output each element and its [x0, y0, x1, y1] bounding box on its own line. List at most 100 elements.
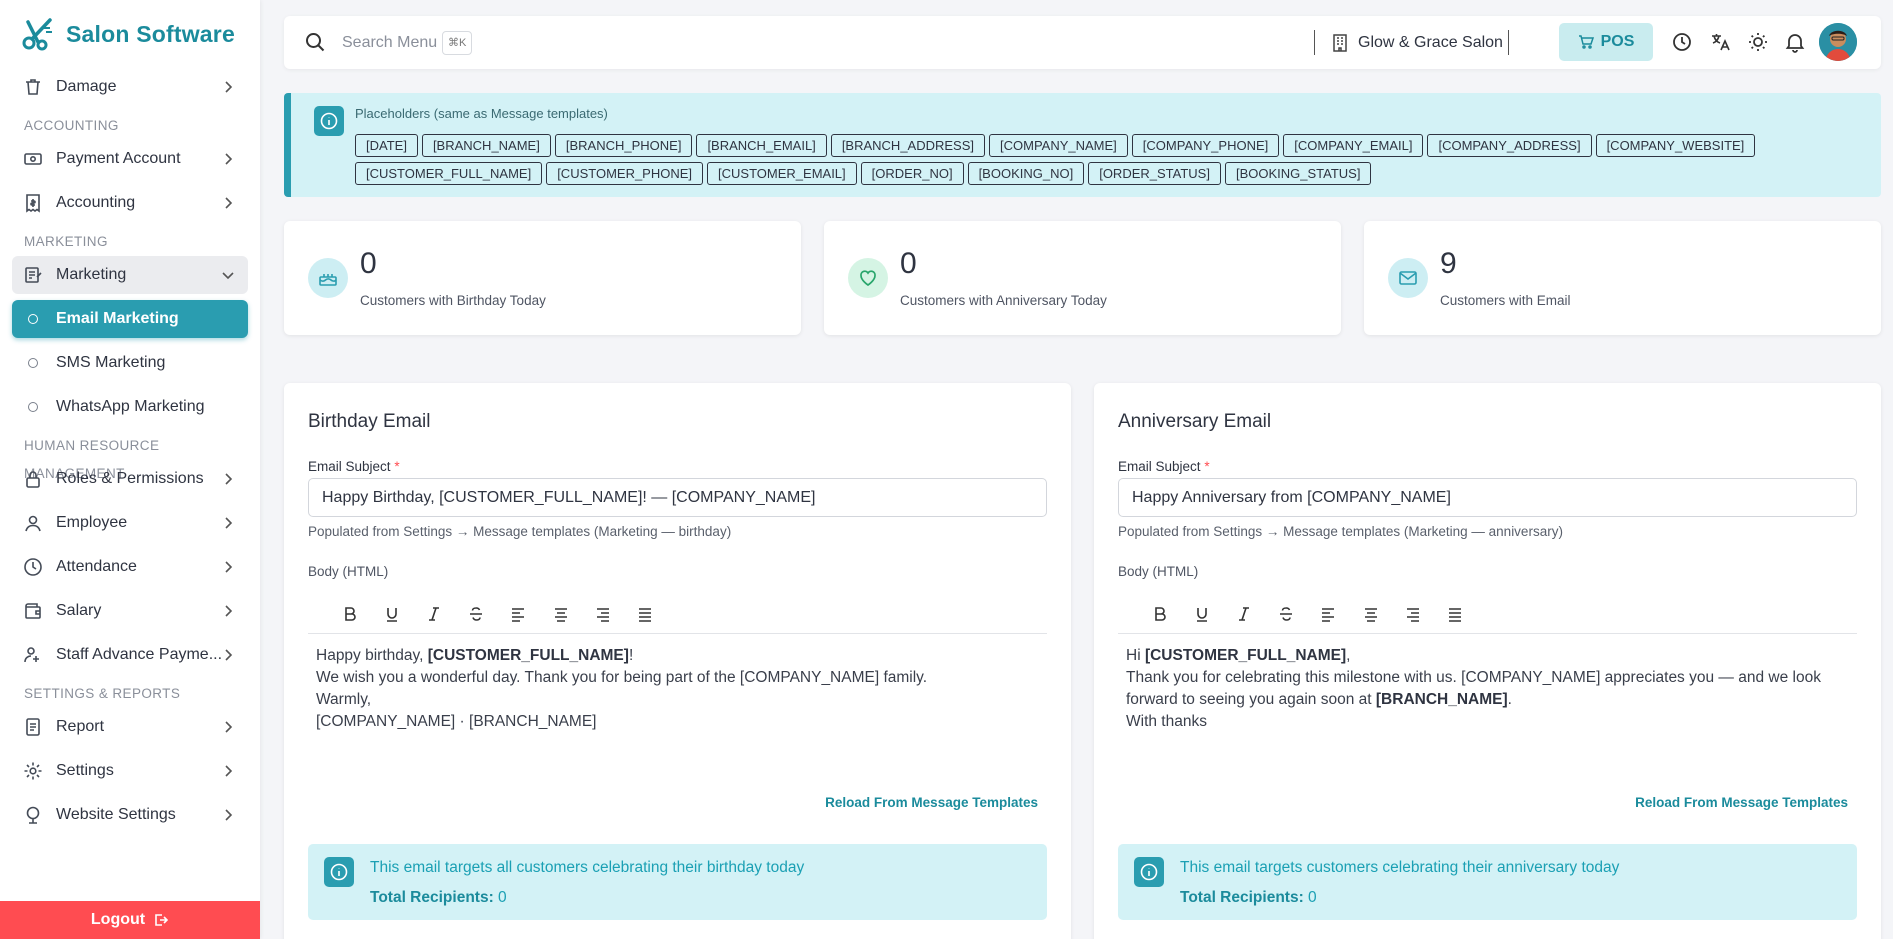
reload-templates-button[interactable]: Reload From Message Templates — [825, 795, 1038, 810]
placeholder-chip[interactable]: [CUSTOMER_PHONE] — [546, 162, 704, 185]
underline-icon[interactable] — [380, 602, 404, 626]
panel-title: Anniversary Email — [1118, 411, 1272, 432]
cake-icon — [308, 258, 348, 298]
search-input[interactable] — [342, 30, 642, 56]
placeholders-banner: Placeholders (same as Message templates)… — [284, 93, 1881, 197]
placeholder-chip[interactable]: [BRANCH_PHONE] — [554, 134, 693, 157]
stat-label: Customers with Birthday Today — [360, 293, 546, 308]
placeholder-chip[interactable]: [ORDER_NO] — [860, 162, 964, 185]
align-justify-icon[interactable] — [633, 602, 657, 626]
sidebar-item-accounting[interactable]: Accounting — [12, 184, 248, 222]
birthday-subject-input[interactable] — [308, 478, 1047, 517]
strikethrough-icon[interactable] — [464, 602, 488, 626]
reload-templates-button[interactable]: Reload From Message Templates — [1635, 795, 1848, 810]
placeholder-chip[interactable]: [ORDER_STATUS] — [1088, 162, 1221, 185]
report-icon — [22, 716, 44, 738]
app-logo[interactable]: Salon Software — [0, 0, 260, 68]
panel-title: Birthday Email — [308, 411, 431, 432]
align-center-icon[interactable] — [549, 602, 573, 626]
sidebar-item-roles-permissions[interactable]: Roles & Permissions — [12, 460, 248, 498]
sidebar-item-whatsapp-marketing[interactable]: WhatsApp Marketing — [12, 388, 248, 426]
stat-value: 0 — [900, 247, 917, 280]
chevron-right-icon — [220, 603, 236, 619]
placeholder-chip[interactable]: [BOOKING_NO] — [967, 162, 1085, 185]
sidebar-item-report[interactable]: Report — [12, 708, 248, 746]
placeholder-chip[interactable]: [COMPANY_EMAIL] — [1283, 134, 1424, 157]
receipt-icon — [22, 192, 44, 214]
sidebar-item-marketing[interactable]: Marketing — [12, 256, 248, 294]
recipients-alert: This email targets customers celebrating… — [1118, 844, 1857, 920]
sidebar-item-email-marketing[interactable]: Email Marketing — [12, 300, 248, 338]
placeholder-chip[interactable]: [CUSTOMER_EMAIL] — [707, 162, 857, 185]
align-right-icon[interactable] — [591, 602, 615, 626]
bold-icon[interactable] — [338, 602, 362, 626]
sidebar-item-label: Accounting — [56, 194, 136, 211]
align-left-icon[interactable] — [1316, 602, 1340, 626]
bell-icon[interactable] — [1784, 31, 1806, 53]
placeholder-chip[interactable]: [BOOKING_STATUS] — [1224, 162, 1372, 185]
pos-button[interactable]: POS — [1559, 23, 1653, 61]
birthday-email-panel: Birthday Email Email Subject * Populated… — [284, 383, 1071, 939]
sidebar-item-label: Staff Advance Payme... — [56, 646, 223, 663]
placeholder-chip[interactable]: [COMPANY_NAME] — [989, 134, 1128, 157]
logout-label: Logout — [90, 911, 146, 928]
italic-icon[interactable] — [422, 602, 446, 626]
scissors-logo-icon — [22, 18, 52, 51]
translate-icon[interactable] — [1709, 31, 1731, 53]
bullet-icon — [28, 358, 38, 368]
sidebar-item-damage[interactable]: Damage — [12, 68, 248, 106]
sidebar-item-salary[interactable]: Salary — [12, 592, 248, 630]
sidebar-item-payment-account[interactable]: Payment Account — [12, 140, 248, 178]
placeholder-chip[interactable]: [CUSTOMER_FULL_NAME] — [355, 162, 543, 185]
divider — [1508, 30, 1509, 55]
placeholder-chip[interactable]: [COMPANY_PHONE] — [1131, 134, 1280, 157]
lock-icon — [22, 468, 44, 490]
align-left-icon[interactable] — [506, 602, 530, 626]
avatar[interactable] — [1819, 23, 1857, 61]
theme-sun-icon[interactable] — [1747, 31, 1769, 53]
placeholder-chip[interactable]: [BRANCH_ADDRESS] — [830, 134, 986, 157]
logout-icon — [155, 914, 169, 926]
history-icon[interactable] — [1671, 31, 1693, 53]
align-justify-icon[interactable] — [1443, 602, 1467, 626]
user-icon — [22, 512, 44, 534]
sidebar-item-employee[interactable]: Employee — [12, 504, 248, 542]
birthday-body-editor[interactable]: Happy birthday, [CUSTOMER_FULL_NAME]! We… — [308, 645, 1047, 755]
sidebar-item-label: Salary — [56, 602, 102, 619]
sidebar-item-label: Roles & Permissions — [56, 470, 204, 487]
italic-icon[interactable] — [1232, 602, 1256, 626]
sidebar-item-staff-advance-payment[interactable]: Staff Advance Payme... — [12, 636, 248, 674]
sidebar-item-website-settings[interactable]: Website Settings — [12, 796, 248, 834]
placeholder-chip[interactable]: [BRANCH_EMAIL] — [696, 134, 827, 157]
sidebar-item-label: Attendance — [56, 558, 137, 575]
align-center-icon[interactable] — [1359, 602, 1383, 626]
underline-icon[interactable] — [1190, 602, 1214, 626]
chevron-right-icon — [220, 79, 236, 95]
strikethrough-icon[interactable] — [1274, 602, 1298, 626]
stat-value: 9 — [1440, 247, 1457, 280]
total-recipients: Total Recipients: 0 — [370, 889, 507, 906]
sidebar-item-settings[interactable]: Settings — [12, 752, 248, 790]
anniversary-email-panel: Anniversary Email Email Subject * Popula… — [1094, 383, 1881, 939]
placeholder-chip[interactable]: [DATE] — [355, 134, 418, 157]
sidebar-item-attendance[interactable]: Attendance — [12, 548, 248, 586]
pos-label: POS — [1600, 33, 1635, 50]
sidebar-item-sms-marketing[interactable]: SMS Marketing — [12, 344, 248, 382]
branch-selector[interactable]: Glow & Grace Salon — [1330, 30, 1503, 56]
body-label: Body (HTML) — [308, 564, 389, 579]
stat-value: 0 — [360, 247, 377, 280]
logout-button[interactable]: Logout — [0, 901, 260, 939]
globe-icon — [22, 804, 44, 826]
placeholder-chip[interactable]: [BRANCH_NAME] — [421, 134, 551, 157]
gear-icon — [22, 760, 44, 782]
placeholder-chip[interactable]: [COMPANY_ADDRESS] — [1427, 134, 1592, 157]
anniversary-body-editor[interactable]: Hi [CUSTOMER_FULL_NAME], Thank you for c… — [1118, 645, 1857, 755]
banner-title: Placeholders (same as Message templates) — [355, 106, 608, 121]
search-icon[interactable] — [304, 31, 326, 53]
heart-icon — [848, 258, 888, 298]
anniversary-subject-input[interactable] — [1118, 478, 1857, 517]
placeholder-chip[interactable]: [COMPANY_WEBSITE] — [1595, 134, 1756, 157]
bold-icon[interactable] — [1148, 602, 1172, 626]
sidebar-item-label: Settings — [56, 762, 114, 779]
align-right-icon[interactable] — [1401, 602, 1425, 626]
